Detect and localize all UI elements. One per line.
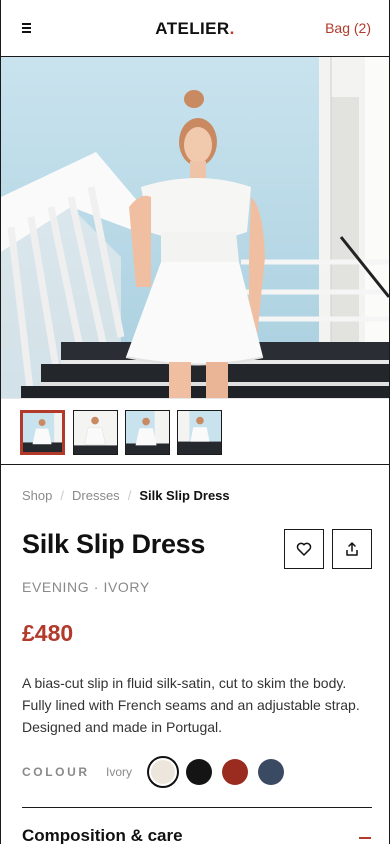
swatch-red[interactable] [222,759,248,785]
thumbnail-3[interactable] [125,410,170,455]
heart-icon [296,542,312,556]
colour-label: COLOUR [22,765,90,779]
swatch-navy[interactable] [258,759,284,785]
bag-link[interactable]: Bag (2) [325,20,371,36]
swatch-ivory[interactable] [147,756,179,788]
breadcrumb: Shop / Dresses / Silk Slip Dress [22,488,230,503]
product-description: A bias-cut slip in fluid silk-satin, cut… [22,675,360,735]
product-title: Silk Slip Dress [22,529,206,559]
breadcrumb-dresses[interactable]: Dresses [72,488,120,503]
model-photo [1,57,389,398]
thumbnail-strip [1,398,389,465]
composition-care-header[interactable]: Composition & care [22,826,183,844]
product-page: ATELIER. Bag (2) Shop / Dresses / Silk S… [0,0,390,844]
hero-image[interactable] [1,57,389,398]
minus-icon[interactable] [359,837,371,839]
share-button[interactable] [332,529,372,569]
breadcrumb-separator: / [127,488,132,503]
breadcrumb-shop[interactable]: Shop [22,488,52,503]
thumbnail-image [23,413,62,452]
top-bar: ATELIER. Bag (2) [1,0,389,57]
brand-dot: . [229,19,235,38]
thumbnail-image [126,411,169,454]
thumbnail-image [74,411,117,454]
colour-selector: COLOUR Ivory [22,756,372,788]
thumbnail-2[interactable] [73,410,118,455]
product-price: £480 [22,620,74,646]
colour-selected-value: Ivory [106,765,133,779]
breadcrumb-current: Silk Slip Dress [139,488,230,503]
thumbnail-4[interactable] [177,410,222,455]
section-divider [22,807,372,808]
product-subtitle: EVENING · IVORY [22,579,150,595]
favorite-button[interactable] [284,529,324,569]
share-icon [346,542,358,556]
swatch-black[interactable] [186,759,212,785]
thumbnail-1[interactable] [20,410,65,455]
brand-name: ATELIER [155,19,230,38]
thumbnail-image [178,411,221,454]
breadcrumb-separator: / [60,488,64,503]
hamburger-icon[interactable] [22,23,31,33]
